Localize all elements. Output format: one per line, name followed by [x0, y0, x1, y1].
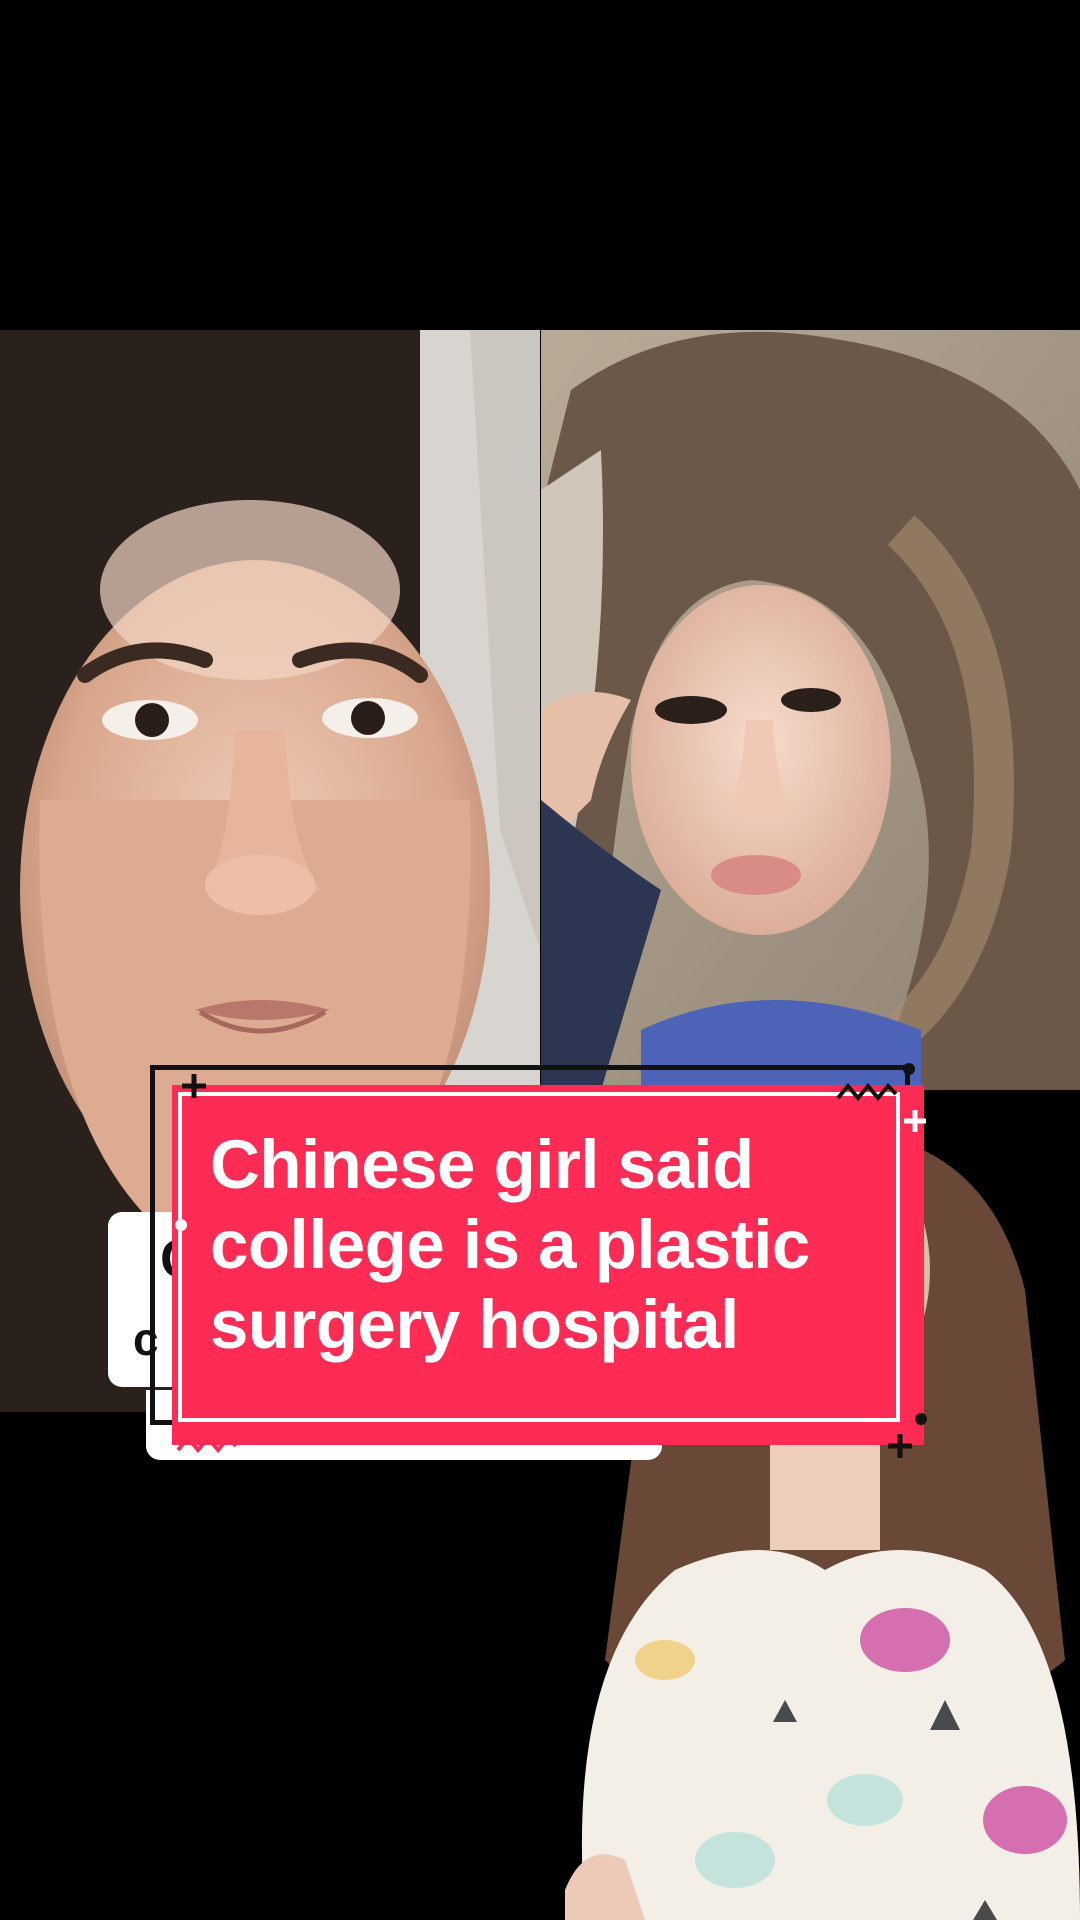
zigzag-icon	[836, 1082, 898, 1102]
dot-icon	[903, 1063, 915, 1075]
after-photo	[541, 330, 1080, 1090]
dot-icon	[175, 1219, 187, 1231]
dot-icon	[915, 1413, 927, 1425]
video-title-text: Chinese girl said college is a plastic s…	[210, 1126, 810, 1363]
plus-icon	[904, 1110, 926, 1132]
plus-icon	[182, 1074, 206, 1098]
after-face-illustration	[541, 330, 1080, 1090]
zigzag-icon	[176, 1434, 238, 1454]
plus-icon	[888, 1434, 912, 1458]
